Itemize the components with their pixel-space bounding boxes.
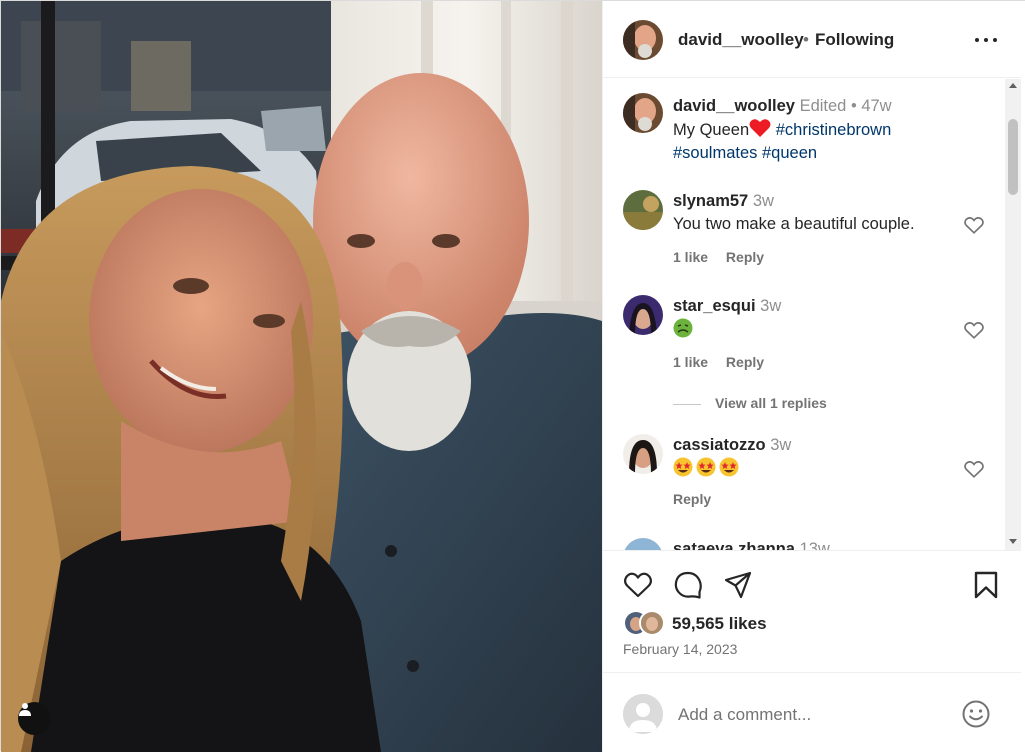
tagged-users-button[interactable] xyxy=(18,702,51,735)
star-struck-emoji-icon xyxy=(673,457,693,477)
red-heart-emoji-icon xyxy=(749,119,771,137)
comment-username[interactable]: sataeva.zhanna xyxy=(673,540,795,550)
save-bookmark-icon[interactable] xyxy=(971,570,1001,600)
nauseated-face-emoji-icon xyxy=(673,318,693,338)
author-username[interactable]: david__woolley xyxy=(678,30,804,50)
avatar-photo xyxy=(623,190,663,230)
comments-list[interactable]: david__woolley Edited • 47w My Queen #ch… xyxy=(603,79,1005,550)
view-replies-button[interactable]: View all 1 replies xyxy=(673,395,827,411)
reply-button[interactable]: Reply xyxy=(673,491,711,507)
post-photo[interactable] xyxy=(1,1,602,752)
avatar-photo xyxy=(623,538,663,550)
following-button[interactable]: Following xyxy=(815,30,894,50)
post-actions: 59,565 likes February 14, 2023 xyxy=(603,550,1021,672)
comment-username[interactable]: star_esqui xyxy=(673,297,756,315)
caption-body: My Queen xyxy=(673,121,750,139)
avatar-photo xyxy=(623,20,663,60)
caption-dot: • xyxy=(850,97,857,115)
comment-composer xyxy=(603,672,1021,752)
hashtag-link[interactable]: #christinebrown xyxy=(776,121,892,139)
add-comment-input[interactable] xyxy=(678,703,948,727)
comment-header: sataeva.zhanna 13w xyxy=(673,538,830,550)
scroll-up-arrow-icon[interactable] xyxy=(1009,83,1017,88)
reply-button[interactable]: Reply xyxy=(726,249,764,265)
comment-text xyxy=(673,457,742,481)
comment-actions: 1 like Reply xyxy=(673,354,778,370)
comment-text: You two make a beautiful couple. xyxy=(673,215,915,233)
comment-time[interactable]: 3w xyxy=(753,192,774,210)
comment-time[interactable]: 3w xyxy=(770,436,791,454)
comment-actions: 1 like Reply xyxy=(673,249,778,265)
hashtag-link[interactable]: #queen xyxy=(762,144,817,162)
commenter-avatar[interactable] xyxy=(623,190,663,230)
caption-edited: Edited xyxy=(799,97,847,115)
comments-scrollbar[interactable] xyxy=(1005,79,1021,550)
caption-text: david__woolley Edited • 47w My Queen #ch… xyxy=(673,95,993,165)
comment-like-heart-icon[interactable] xyxy=(963,214,985,236)
star-struck-emoji-icon xyxy=(696,457,716,477)
comment-header: slynam57 3w xyxy=(673,190,774,213)
comment-username[interactable]: slynam57 xyxy=(673,192,748,210)
star-struck-emoji-icon xyxy=(719,457,739,477)
avatar-photo xyxy=(623,434,663,474)
commenter-avatar[interactable] xyxy=(623,538,663,550)
comment-header: star_esqui 3w xyxy=(673,295,781,318)
reply-button[interactable]: Reply xyxy=(726,354,764,370)
more-dot-icon xyxy=(975,38,979,42)
comment-bubble-icon[interactable] xyxy=(673,570,703,600)
comment-likes-count[interactable]: 1 like xyxy=(673,249,708,265)
scroll-down-arrow-icon[interactable] xyxy=(1009,539,1017,544)
comment-text xyxy=(673,318,696,342)
post-dialog: david__woolley • Following david__woolle… xyxy=(0,0,1025,752)
comment-likes-count[interactable]: 1 like xyxy=(673,354,708,370)
comment-like-heart-icon[interactable] xyxy=(963,319,985,341)
comment-username[interactable]: cassiatozzo xyxy=(673,436,766,454)
comment-time[interactable]: 3w xyxy=(760,297,781,315)
commenter-avatar[interactable] xyxy=(623,295,663,335)
scroll-thumb[interactable] xyxy=(1008,119,1018,195)
avatar-photo xyxy=(623,93,663,133)
caption-time[interactable]: 47w xyxy=(861,97,891,115)
comment-header: cassiatozzo 3w xyxy=(673,434,791,457)
avatar-photo xyxy=(641,612,663,634)
more-options-button[interactable] xyxy=(975,31,997,49)
share-send-icon[interactable] xyxy=(723,570,753,600)
post-header: david__woolley • Following xyxy=(603,1,1021,78)
comment-actions: Reply xyxy=(673,491,725,507)
hashtag-link[interactable]: #soulmates xyxy=(673,144,757,162)
commenter-avatar[interactable] xyxy=(623,434,663,474)
comment-time[interactable]: 13w xyxy=(800,540,830,550)
caption-username[interactable]: david__woolley xyxy=(673,97,795,115)
avatar-photo xyxy=(623,295,663,335)
author-avatar[interactable] xyxy=(623,20,663,60)
emoji-picker-icon[interactable] xyxy=(961,699,991,729)
post-sidebar: david__woolley • Following david__woolle… xyxy=(602,1,1025,752)
current-user-avatar[interactable] xyxy=(623,694,663,734)
separator-dot: • xyxy=(803,30,809,49)
user-icon xyxy=(19,703,31,716)
more-dot-icon xyxy=(993,38,997,42)
default-avatar-icon xyxy=(623,694,663,734)
likes-count[interactable]: 59,565 likes xyxy=(672,614,767,634)
liker-avatar xyxy=(639,610,665,636)
post-date[interactable]: February 14, 2023 xyxy=(623,641,737,657)
comment-like-heart-icon[interactable] xyxy=(963,458,985,480)
photo-illustration xyxy=(1,1,602,752)
more-dot-icon xyxy=(984,38,988,42)
caption-avatar[interactable] xyxy=(623,93,663,133)
like-heart-icon[interactable] xyxy=(623,570,653,600)
